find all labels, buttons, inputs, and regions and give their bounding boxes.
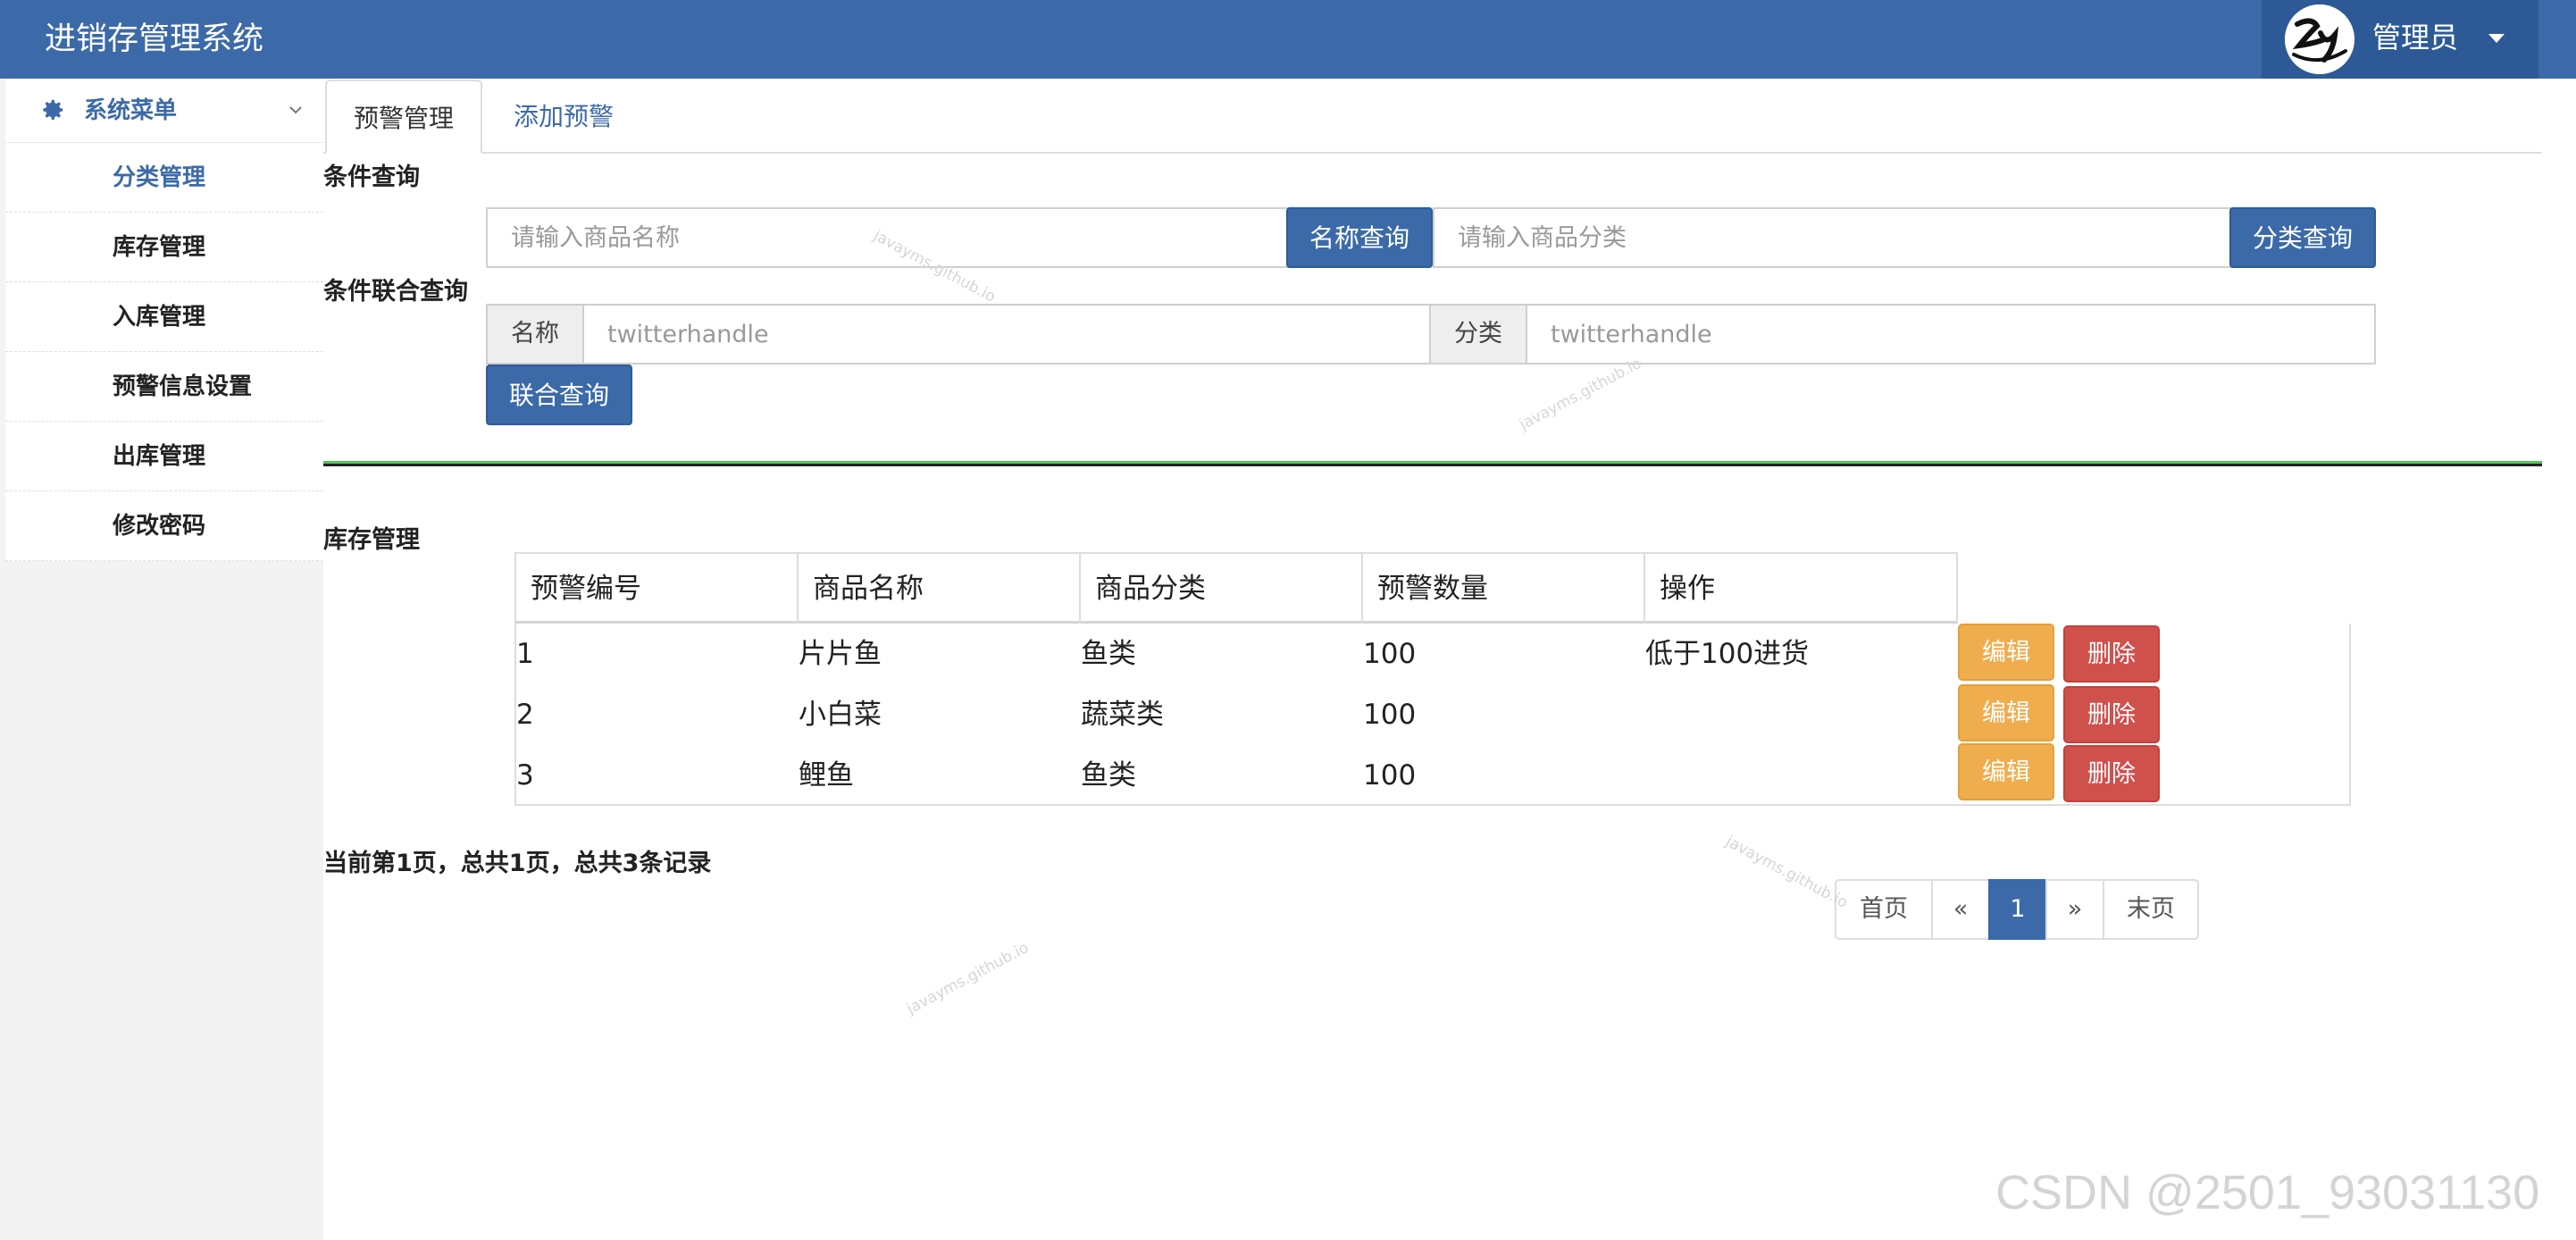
chevron-down-icon[interactable] xyxy=(288,102,304,118)
cell-id: 3 xyxy=(516,759,534,792)
column-header-id: 预警编号 xyxy=(516,554,799,624)
cell-name: 鲤鱼 xyxy=(799,759,854,792)
cell-id: 1 xyxy=(516,638,534,670)
tabs-divider xyxy=(323,152,2542,154)
sidebar-item-change-password[interactable]: 修改密码 xyxy=(5,491,323,561)
edit-button[interactable]: 编辑 xyxy=(1958,743,2054,800)
combined-name-input[interactable] xyxy=(582,304,1431,364)
column-header-category: 商品分类 xyxy=(1081,554,1363,624)
product-category-search-input[interactable] xyxy=(1433,207,2233,268)
table-body: 1 片片鱼 鱼类 100 低于100进货 编辑 删除 2 小白菜 蔬菜类 100… xyxy=(514,624,2351,806)
column-header-action: 操作 xyxy=(1660,573,1715,605)
delete-button[interactable]: 删除 xyxy=(2063,625,2160,683)
sidebar-menu-header[interactable]: 系统菜单 xyxy=(5,79,323,143)
avatar-logo-icon xyxy=(2285,4,2354,74)
edit-button[interactable]: 编辑 xyxy=(1958,684,2054,741)
combined-query-button[interactable]: 联合查询 xyxy=(486,364,632,425)
cell-quantity: 100 xyxy=(1363,759,1417,792)
cell-quantity: 100 xyxy=(1363,638,1417,670)
delete-button[interactable]: 删除 xyxy=(2063,686,2160,743)
sidebar-item-stock-in[interactable]: 入库管理 xyxy=(5,282,323,352)
sidebar-menu-title: 系统菜单 xyxy=(84,97,178,124)
watermark-text: javayms.github.io xyxy=(1517,354,1645,434)
top-bar: 进销存管理系统 管理员 xyxy=(0,0,2576,79)
column-header-name: 商品名称 xyxy=(799,554,1081,624)
watermark-text: javayms.github.io xyxy=(1722,833,1851,912)
user-name[interactable]: 管理员 xyxy=(2372,0,2458,79)
next-page-button[interactable]: » xyxy=(2045,879,2104,940)
sidebar: 系统菜单 分类管理 库存管理 入库管理 预警信息设置 出库管理 修改密码 xyxy=(0,79,323,1240)
caret-down-icon[interactable] xyxy=(2488,34,2505,43)
tab-alert-management[interactable]: 预警管理 xyxy=(325,80,482,154)
gear-icon xyxy=(43,99,63,120)
cell-name: 小白菜 xyxy=(799,699,882,731)
app-title[interactable]: 进销存管理系统 xyxy=(45,0,263,79)
sidebar-item-label: 出库管理 xyxy=(113,443,206,470)
prev-page-button[interactable]: « xyxy=(1931,879,1990,940)
query-section-title: 条件查询 xyxy=(323,163,420,191)
name-query-button[interactable]: 名称查询 xyxy=(1286,207,1433,268)
sidebar-item-label: 库存管理 xyxy=(113,234,206,261)
category-addon-label: 分类 xyxy=(1429,304,1527,364)
sidebar-item-alert-settings[interactable]: 预警信息设置 xyxy=(5,352,323,422)
cell-category: 蔬菜类 xyxy=(1081,699,1164,731)
avatar xyxy=(2285,4,2354,74)
table-section-title: 库存管理 xyxy=(323,526,420,554)
combined-category-input[interactable] xyxy=(1526,304,2376,364)
sidebar-item-stock-out[interactable]: 出库管理 xyxy=(5,422,323,491)
cell-name: 片片鱼 xyxy=(799,638,882,670)
tab-add-alert[interactable]: 添加预警 xyxy=(497,80,631,154)
sidebar-item-label: 预警信息设置 xyxy=(113,373,253,400)
section-divider xyxy=(323,461,2542,466)
last-page-button[interactable]: 末页 xyxy=(2103,879,2199,940)
column-header-quantity: 预警数量 xyxy=(1363,554,1645,624)
first-page-button[interactable]: 首页 xyxy=(1835,879,1933,940)
name-addon-label: 名称 xyxy=(486,304,584,364)
user-menu[interactable]: 管理员 xyxy=(2262,0,2538,79)
sidebar-item-label: 入库管理 xyxy=(113,304,206,331)
table-header: 预警编号 商品名称 商品分类 预警数量 操作 xyxy=(514,552,1958,624)
page-1-button[interactable]: 1 xyxy=(1988,879,2047,940)
pagination-summary: 当前第1页，总共1页，总共3条记录 xyxy=(323,850,712,877)
combined-query-title: 条件联合查询 xyxy=(323,278,468,306)
delete-button[interactable]: 删除 xyxy=(2063,745,2160,802)
cell-category: 鱼类 xyxy=(1081,638,1136,670)
cell-quantity: 100 xyxy=(1363,699,1417,731)
sidebar-item-label: 修改密码 xyxy=(113,513,206,540)
cell-id: 2 xyxy=(516,699,534,731)
watermark-text: javayms.github.io xyxy=(904,938,1033,1018)
edit-button[interactable]: 编辑 xyxy=(1958,624,2054,681)
sidebar-item-category[interactable]: 分类管理 xyxy=(5,143,323,213)
sidebar-item-label: 分类管理 xyxy=(113,164,206,191)
cell-category: 鱼类 xyxy=(1081,759,1136,792)
sidebar-item-inventory[interactable]: 库存管理 xyxy=(5,213,323,282)
cell-note: 低于100进货 xyxy=(1645,638,1810,670)
csdn-credit-watermark: CSDN @2501_93031130 xyxy=(1995,1166,2540,1219)
category-query-button[interactable]: 分类查询 xyxy=(2229,207,2376,268)
